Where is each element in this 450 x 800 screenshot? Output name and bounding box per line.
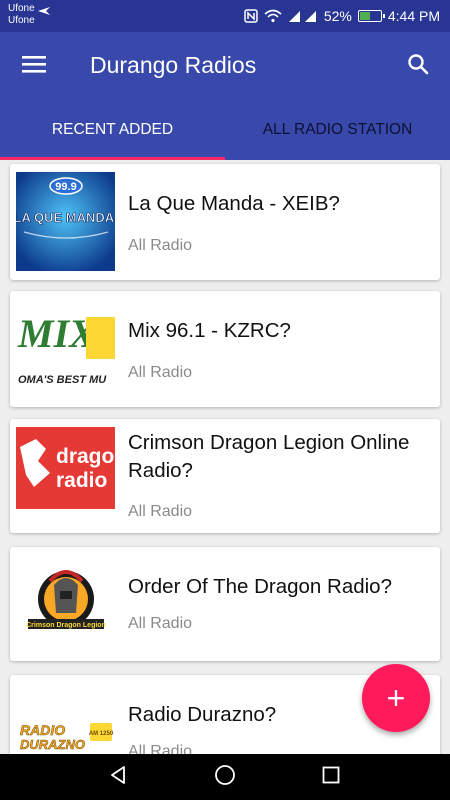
tab-recent-added[interactable]: RECENT ADDED xyxy=(0,100,225,160)
logo-text-2: radio xyxy=(56,469,107,492)
search-button[interactable] xyxy=(398,48,438,84)
status-icons: 52% 4:44 PM xyxy=(244,0,440,32)
station-card[interactable]: MIX 9 OMA'S BEST MU Mix 96.1 - KZRC? All… xyxy=(10,291,440,407)
station-logo: Crimson Dragon Legion xyxy=(16,555,115,654)
back-icon xyxy=(109,765,129,790)
tab-bar: RECENT ADDED ALL RADIO STATION xyxy=(0,100,450,160)
home-icon xyxy=(214,764,236,791)
station-title: Mix 96.1 - KZRC? xyxy=(128,319,291,342)
logo-tagline: OMA'S BEST MU xyxy=(18,374,107,386)
recents-icon xyxy=(322,766,340,789)
station-title: Crimson Dragon Legion Online Radio? xyxy=(128,431,410,482)
nav-back-button[interactable] xyxy=(104,762,134,792)
nav-recents-button[interactable] xyxy=(316,762,346,792)
logo-badge: AM 1250 xyxy=(89,731,114,737)
station-card[interactable]: dragon radio Crimson Dragon Legion Onlin… xyxy=(10,419,440,533)
signal-icon xyxy=(288,9,318,23)
logo-text-1: RADIO xyxy=(20,722,65,738)
battery-percent: 52% xyxy=(323,8,352,24)
station-list[interactable]: 99.9 LA QUE MANDA! La Que Manda - XEIB? … xyxy=(0,160,450,754)
station-logo: 99.9 LA QUE MANDA! xyxy=(16,172,115,271)
airplane-icon xyxy=(38,6,50,19)
battery-icon xyxy=(357,10,385,22)
search-icon xyxy=(406,52,430,81)
carrier-labels: Ufone Ufone xyxy=(8,3,35,27)
add-station-fab[interactable]: + xyxy=(362,664,430,732)
plus-icon: + xyxy=(386,679,406,716)
station-card[interactable]: Crimson Dragon Legion Order Of The Drago… xyxy=(10,547,440,661)
logo-text: Crimson Dragon Legion xyxy=(26,622,106,629)
station-subtitle: All Radio xyxy=(128,503,193,520)
station-subtitle: All Radio xyxy=(128,364,193,381)
logo-text-1: dragon xyxy=(56,445,115,468)
station-logo: MIX 9 OMA'S BEST MU xyxy=(16,299,115,398)
logo-text-2: DURAZNO xyxy=(20,737,85,752)
tab-label: ALL RADIO STATION xyxy=(262,121,413,138)
station-subtitle: All Radio xyxy=(128,743,193,754)
hamburger-menu-icon xyxy=(21,54,47,79)
app-bar: Durango Radios xyxy=(0,32,450,100)
battery-level xyxy=(359,12,370,20)
station-subtitle: All Radio xyxy=(128,237,193,254)
carrier-name-top: Ufone xyxy=(8,3,35,14)
station-logo: RADIO DURAZNO AM 1250 xyxy=(16,683,115,754)
station-subtitle: All Radio xyxy=(128,615,193,632)
status-bar: Ufone Ufone 52% 4:44 PM xyxy=(0,0,450,32)
wifi-icon xyxy=(264,9,282,23)
app-title: Durango Radios xyxy=(90,52,257,78)
nfc-icon xyxy=(244,9,258,23)
carrier-name-bottom: Ufone xyxy=(8,15,35,26)
station-title: La Que Manda - XEIB? xyxy=(128,192,340,215)
logo-text: LA QUE MANDA! xyxy=(16,210,115,225)
station-title: Order Of The Dragon Radio? xyxy=(128,575,392,598)
menu-button[interactable] xyxy=(14,48,54,84)
tab-label: RECENT ADDED xyxy=(51,121,174,138)
tab-all-radio-station[interactable]: ALL RADIO STATION xyxy=(225,100,450,160)
clock: 4:44 PM xyxy=(387,8,440,24)
station-card[interactable]: 99.9 LA QUE MANDA! La Que Manda - XEIB? … xyxy=(10,164,440,280)
logo-badge: 99.9 xyxy=(55,181,76,193)
station-logo: dragon radio xyxy=(16,427,115,509)
nav-home-button[interactable] xyxy=(210,762,240,792)
system-nav-bar xyxy=(0,754,450,800)
